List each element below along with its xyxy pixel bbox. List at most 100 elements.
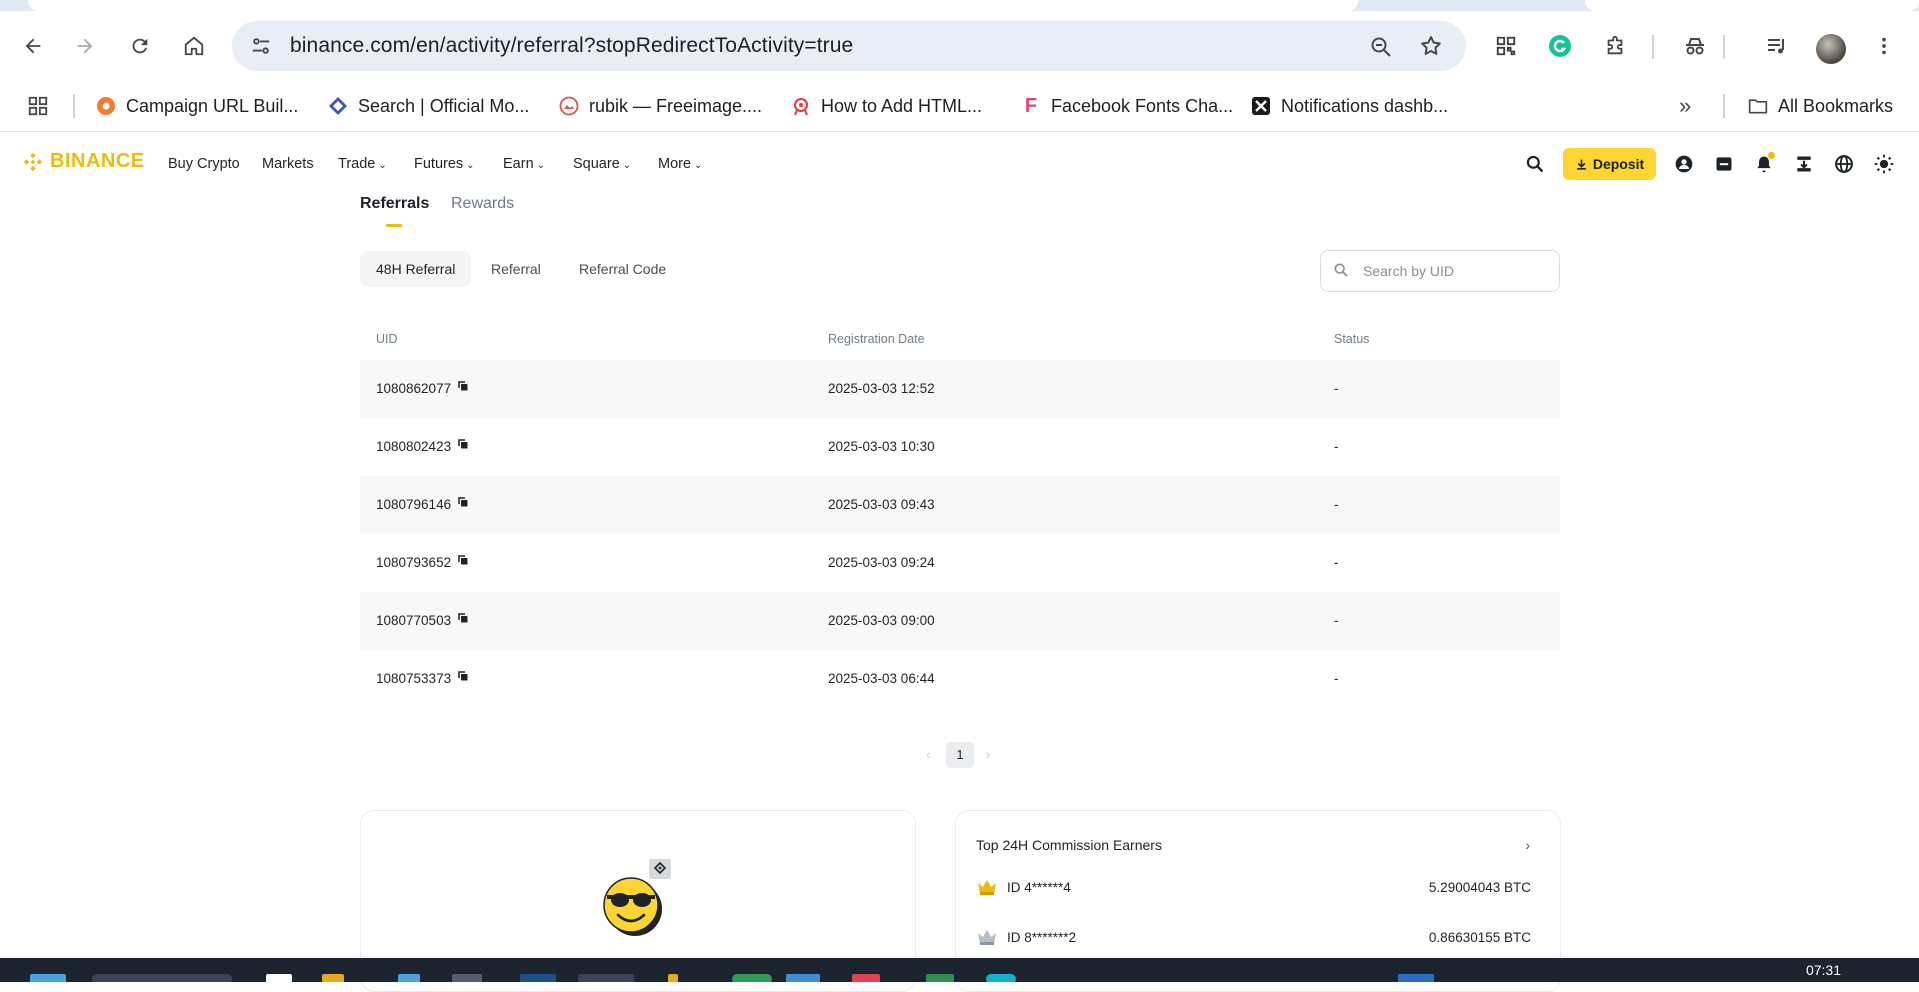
- copy-icon[interactable]: [457, 359, 469, 417]
- nav-more[interactable]: More ⌄: [658, 132, 702, 198]
- browser-tab[interactable]: [1585, 0, 1919, 11]
- nav-futures[interactable]: Futures ⌄: [414, 132, 475, 198]
- nav-label: Markets: [262, 156, 314, 172]
- tab-rewards[interactable]: Rewards: [451, 195, 514, 213]
- uid-value: 1080802423: [376, 439, 452, 454]
- taskbar-app-icon[interactable]: [926, 974, 954, 982]
- table-row: 1080802423 2025-03-03 10:30 -: [360, 418, 1560, 476]
- subtab-referral[interactable]: Referral: [475, 251, 557, 287]
- bookmark-item[interactable]: rubik — Freeimage....: [559, 81, 762, 131]
- notification-bell-icon[interactable]: [1752, 152, 1776, 176]
- bookmark-label: Notifications dashb...: [1281, 95, 1449, 116]
- status-value: -: [1334, 497, 1339, 512]
- chevron-down-icon: ⌄: [536, 160, 546, 171]
- card-title: Top 24H Commission Earners: [976, 837, 1162, 853]
- uid-value: 1080770503: [376, 613, 452, 628]
- taskbar-app-icon[interactable]: [520, 974, 556, 982]
- taskbar-app-icon[interactable]: [322, 974, 344, 982]
- all-bookmarks-label: All Bookmarks: [1778, 95, 1894, 116]
- active-browser-tab[interactable]: [28, 0, 1358, 11]
- theme-toggle-icon[interactable]: [1872, 152, 1896, 176]
- bookmark-star-icon[interactable]: [1419, 34, 1443, 63]
- copy-icon[interactable]: [457, 417, 469, 475]
- url-text[interactable]: binance.com/en/activity/referral?stopRed…: [290, 21, 853, 71]
- binance-wordmark: BINANCE: [50, 150, 145, 172]
- nav-trade[interactable]: Trade ⌄: [338, 132, 387, 198]
- folder-icon: [1748, 96, 1768, 116]
- chevron-right-icon[interactable]: ›: [1525, 837, 1530, 853]
- more-bookmarks-chevron-icon[interactable]: »: [1679, 93, 1691, 119]
- pagination-next-button[interactable]: ›: [986, 742, 990, 768]
- language-globe-icon[interactable]: [1832, 152, 1856, 176]
- status-value: -: [1334, 439, 1339, 454]
- chevron-down-icon: ⌄: [378, 160, 387, 171]
- taskbar-app-icon[interactable]: [452, 974, 482, 982]
- taskbar-app-icon[interactable]: [266, 974, 292, 982]
- zoom-icon[interactable]: [1369, 35, 1393, 64]
- forward-arrow-icon: [77, 38, 93, 54]
- wallet-icon[interactable]: [1712, 152, 1736, 176]
- pagination-page-1[interactable]: 1: [946, 742, 974, 768]
- tab-referrals[interactable]: Referrals: [360, 195, 429, 213]
- taskbar-app-icon[interactable]: [578, 974, 634, 982]
- search-icon[interactable]: [1523, 152, 1547, 176]
- uid-search-input[interactable]: [1361, 251, 1555, 291]
- start-button[interactable]: [30, 974, 66, 982]
- address-bar[interactable]: binance.com/en/activity/referral?stopRed…: [232, 21, 1466, 71]
- bookmark-item[interactable]: Campaign URL Buil...: [96, 81, 298, 131]
- column-header-registration-date: Registration Date: [828, 332, 925, 346]
- apps-grid-icon[interactable]: [27, 95, 49, 122]
- taskbar-app-icon[interactable]: [852, 974, 880, 982]
- earner-id: ID 8*******2: [1007, 930, 1077, 945]
- pagination-prev-button[interactable]: ‹: [926, 742, 930, 768]
- nav-buy-crypto[interactable]: Buy Crypto: [168, 132, 240, 196]
- taskbar-search-box[interactable]: [92, 974, 232, 982]
- copy-icon[interactable]: [457, 475, 469, 533]
- back-button[interactable]: [15, 28, 51, 64]
- taskbar-app-icon[interactable]: [986, 974, 1016, 982]
- reload-button[interactable]: [122, 28, 158, 64]
- grammarly-extension-icon[interactable]: [1542, 28, 1578, 64]
- taskbar-app-icon[interactable]: [786, 974, 820, 982]
- copy-icon[interactable]: [457, 649, 469, 707]
- nav-earn[interactable]: Earn ⌄: [503, 132, 545, 198]
- uid-value: 1080796146: [376, 497, 452, 512]
- earner-amount: 5.29004043 BTC: [1428, 880, 1531, 895]
- site-info-icon[interactable]: [250, 35, 272, 62]
- download-app-icon[interactable]: [1792, 152, 1816, 176]
- nav-square[interactable]: Square ⌄: [573, 132, 631, 198]
- binance-logo[interactable]: BINANCE: [22, 150, 145, 173]
- taskbar-app-icon[interactable]: [1398, 974, 1434, 982]
- taskbar-app-icon[interactable]: [398, 974, 420, 982]
- earner-id: ID 4******4: [1007, 880, 1071, 895]
- copy-icon[interactable]: [457, 533, 469, 591]
- subtab-referral-code[interactable]: Referral Code: [563, 251, 682, 287]
- media-queue-icon[interactable]: [1759, 28, 1795, 64]
- deposit-button[interactable]: Deposit: [1563, 148, 1656, 180]
- binance-header: BINANCE Buy Crypto Markets Trade ⌄ Future…: [0, 132, 1919, 196]
- notification-dot: [1768, 152, 1775, 159]
- chevron-down-icon: ⌄: [466, 160, 475, 171]
- taskbar-app-icon[interactable]: [668, 974, 678, 982]
- profile-avatar[interactable]: [1816, 34, 1846, 64]
- nav-markets[interactable]: Markets: [262, 132, 314, 196]
- registration-date: 2025-03-03 06:44: [828, 671, 935, 686]
- status-value: -: [1334, 671, 1339, 686]
- user-account-icon[interactable]: [1672, 152, 1696, 176]
- bookmark-item[interactable]: Search | Official Mo...: [328, 81, 529, 131]
- taskbar-app-icon[interactable]: [732, 974, 772, 982]
- bookmark-item[interactable]: How to Add HTML...: [791, 81, 982, 131]
- copy-icon[interactable]: [457, 591, 469, 649]
- chrome-menu-button[interactable]: [1866, 28, 1902, 64]
- bookmark-item[interactable]: F Facebook Fonts Cha...: [1021, 81, 1233, 131]
- forward-button[interactable]: [67, 28, 103, 64]
- qr-extension-icon[interactable]: [1488, 28, 1524, 64]
- bookmark-item[interactable]: Notifications dashb...: [1251, 81, 1448, 131]
- notifications-favicon: [1251, 96, 1271, 116]
- subtab-48h-referral[interactable]: 48H Referral: [360, 251, 472, 287]
- incognito-icon[interactable]: [1677, 28, 1713, 64]
- extensions-puzzle-icon[interactable]: [1597, 28, 1633, 64]
- all-bookmarks-button[interactable]: All Bookmarks: [1748, 81, 1893, 131]
- crown-gold-icon: [976, 877, 998, 900]
- home-button[interactable]: [176, 28, 212, 64]
